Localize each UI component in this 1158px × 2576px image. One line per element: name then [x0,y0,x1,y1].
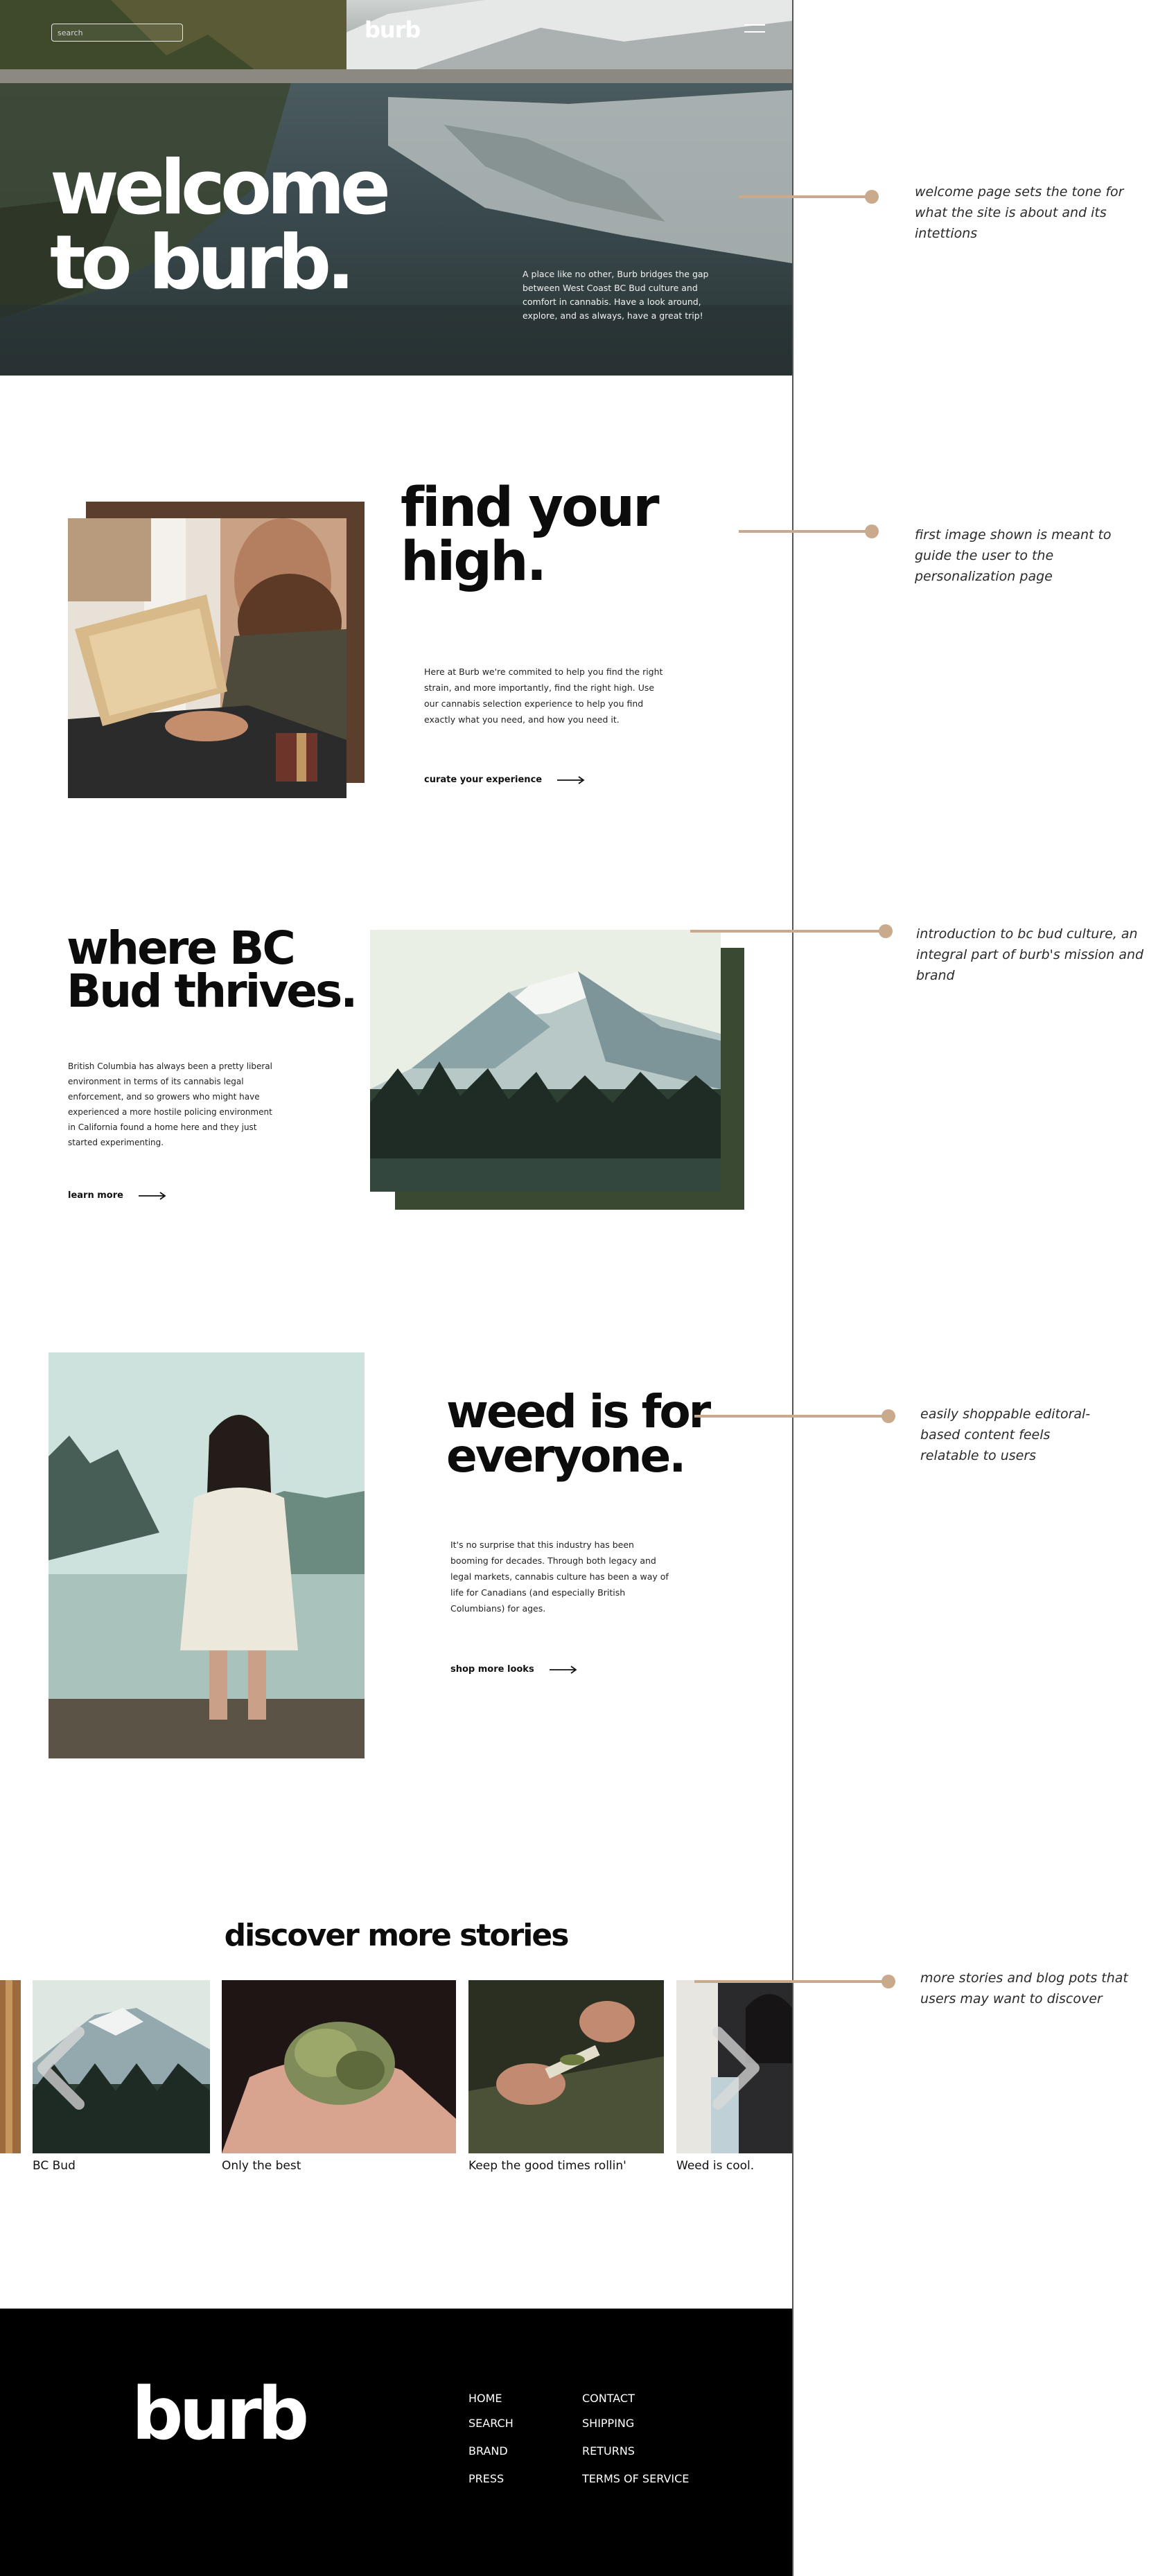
annotation-marker [879,924,893,938]
header-logo[interactable]: burb [365,17,421,43]
shop-more-looks-label: shop more looks [450,1664,534,1675]
hero-description: A place like no other, Burb bridges the … [523,269,709,321]
everyone-title-line2: everyone. [446,1429,686,1483]
annotation-text: more stories and blog pots that users ma… [920,1970,1128,2006]
story-caption[interactable]: Weed is cool. [676,2159,754,2173]
annotation-marker [881,1975,895,1988]
arrow-right-icon [138,1191,166,1200]
footer-logo[interactable]: burb [132,2378,309,2450]
woman-lake-image [49,1352,365,1758]
arrow-right-icon [549,1665,577,1674]
shop-more-looks-link[interactable]: shop more looks [450,1664,577,1675]
footer-link-home[interactable]: HOME [468,2392,502,2405]
find-high-title-line1: find your [401,477,660,539]
annotation-marker [881,1409,895,1423]
chevron-left-icon[interactable] [33,2027,89,2110]
footer-link-search[interactable]: SEARCH [468,2417,514,2430]
stories-title: discover more stories [224,1918,570,1953]
arrow-right-icon [557,775,585,784]
story-card-partial[interactable] [0,1980,21,2153]
footer-link-press[interactable]: PRESS [468,2472,504,2485]
find-high-title-line2: high. [401,531,547,593]
annotation-marker [865,524,879,538]
chevron-right-icon[interactable] [708,2027,764,2110]
footer-link-contact[interactable]: CONTACT [582,2392,635,2405]
annotation-text: introduction to bc bud culture, an integ… [916,926,1144,983]
footer-link-terms[interactable]: TERMS OF SERVICE [582,2472,689,2485]
annotation-connector [690,930,887,933]
story-caption[interactable]: Only the best [222,2159,301,2173]
page-frame: burb welcome to burb. A place like no ot… [0,0,793,2576]
menu-icon[interactable] [744,23,765,37]
mountain-forest-image [370,930,721,1192]
story-card[interactable] [222,1980,456,2153]
footer-link-shipping[interactable]: SHIPPING [582,2417,634,2430]
annotation-text: welcome page sets the tone for what the … [915,184,1124,241]
bc-bud-title-line2: Bud thrives. [67,964,358,1018]
annotation-connector [739,530,870,533]
footer-link-returns[interactable]: RETURNS [582,2444,635,2458]
find-high-text: Here at Burb we're commited to help you … [424,667,663,725]
annotation-marker [865,190,879,204]
story-caption[interactable]: Keep the good times rollin' [468,2159,626,2173]
curate-experience-label: curate your experience [424,775,543,785]
find-high-title: find your high. [401,481,660,589]
everyone-title: weed is for everyone. [446,1389,711,1479]
hero-title-line2: to burb. [50,220,355,306]
annotation-text: first image shown is meant to guide the … [915,527,1112,584]
annotation-connector [694,1415,890,1418]
footer [0,2309,792,2576]
annotation-connector [694,1980,890,1983]
everyone-text: It's no surprise that this industry has … [450,1540,669,1614]
learn-more-label: learn more [68,1190,123,1201]
hero-title: welcome to burb. [50,151,391,301]
annotation-text: easily shoppable editoral-based content … [920,1406,1091,1463]
search-input[interactable] [51,24,183,42]
bc-bud-title: where BC Bud thrives. [67,926,358,1014]
hero-section: burb welcome to burb. A place like no ot… [0,0,792,376]
story-caption[interactable]: BC Bud [33,2159,76,2173]
learn-more-link[interactable]: learn more [68,1190,166,1201]
reading-man-image [68,518,346,798]
hero-title-line1: welcome [50,145,391,231]
curate-experience-link[interactable]: curate your experience [424,775,585,785]
story-card[interactable] [468,1980,664,2153]
annotation-connector [739,195,870,198]
bc-bud-text: British Columbia has always been a prett… [68,1061,272,1147]
footer-link-brand[interactable]: BRAND [468,2444,508,2458]
